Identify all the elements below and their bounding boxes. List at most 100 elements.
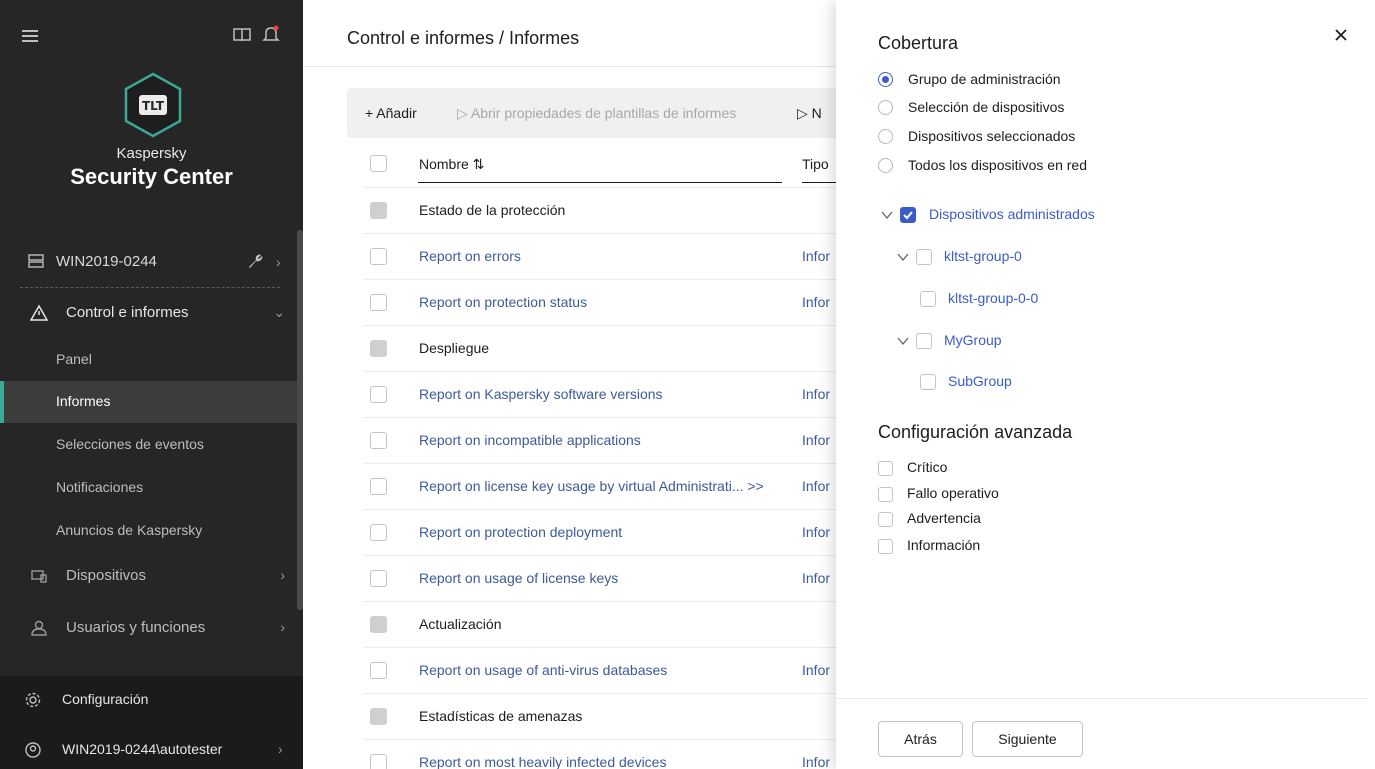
breadcrumb: Control e informes / Informes xyxy=(347,28,580,48)
devices-icon xyxy=(31,570,47,583)
table-row: Report on protection deployment Infor xyxy=(363,509,903,555)
tree-checkbox[interactable] xyxy=(916,333,932,349)
nav-configuracion[interactable]: Configuración xyxy=(0,678,303,722)
table-row: Report on usage of anti-virus databases … xyxy=(363,647,903,693)
checkbox[interactable] xyxy=(878,512,893,527)
column-header-type[interactable]: Tipo xyxy=(802,156,829,172)
chevron-right-icon: › xyxy=(280,567,285,583)
row-type: Infor xyxy=(802,478,831,494)
tree-checkbox[interactable] xyxy=(920,374,936,390)
tree-label: SubGroup xyxy=(948,373,1012,389)
chevron-right-icon: › xyxy=(276,254,281,270)
warning-triangle-icon xyxy=(30,304,48,321)
sidebar-item-anuncios[interactable]: Anuncios de Kaspersky xyxy=(0,510,297,552)
radio-button[interactable] xyxy=(878,100,893,115)
server-icon xyxy=(28,254,44,268)
column-header-name[interactable]: Nombre ⇅ xyxy=(419,156,484,173)
chevron-down-icon: ⌄ xyxy=(273,304,285,320)
row-checkbox[interactable] xyxy=(370,708,387,725)
sidebar-item-label: Selecciones de eventos xyxy=(56,436,204,452)
add-button[interactable]: + Añadir xyxy=(365,105,417,121)
tree-node-kltst-group-0[interactable]: kltst-group-0 xyxy=(896,247,1196,271)
row-name[interactable]: Report on usage of anti-virus databases xyxy=(419,662,667,678)
sidebar-item-label: Informes xyxy=(56,393,111,409)
row-checkbox[interactable] xyxy=(370,478,387,495)
next-button[interactable]: Siguiente xyxy=(972,721,1083,757)
bell-icon[interactable] xyxy=(262,25,280,43)
tree-checkbox[interactable] xyxy=(920,291,936,307)
row-checkbox[interactable] xyxy=(370,524,387,541)
row-checkbox[interactable] xyxy=(370,248,387,265)
divider xyxy=(418,182,782,183)
row-checkbox[interactable] xyxy=(370,616,387,633)
sidebar-item-panel[interactable]: Panel xyxy=(0,339,297,381)
radio-label: Selección de dispositivos xyxy=(908,99,1065,115)
logo-text: TLT xyxy=(142,99,165,113)
brand-name-small: Kaspersky xyxy=(116,145,187,162)
row-name[interactable]: Report on protection deployment xyxy=(419,524,622,540)
server-selector[interactable]: WIN2019-0244 › xyxy=(0,240,297,284)
run-report-button[interactable]: ▷ N xyxy=(797,105,822,122)
row-checkbox[interactable] xyxy=(370,570,387,587)
row-checkbox[interactable] xyxy=(370,432,387,449)
tree-checkbox[interactable] xyxy=(916,249,932,265)
nav-account[interactable]: WIN2019-0244\autotester › xyxy=(0,728,303,769)
sidebar-item-notificaciones[interactable]: Notificaciones xyxy=(0,467,297,509)
table-row: Actualización xyxy=(363,601,903,647)
tree-node-subgroup[interactable]: SubGroup xyxy=(920,372,1220,396)
row-checkbox[interactable] xyxy=(370,754,387,769)
row-checkbox[interactable] xyxy=(370,202,387,219)
tree-node-kltst-group-0-0[interactable]: kltst-group-0-0 xyxy=(920,289,1220,313)
row-name[interactable]: Report on usage of license keys xyxy=(419,570,618,586)
wrench-icon[interactable] xyxy=(246,252,264,270)
row-name: Actualización xyxy=(419,616,502,632)
row-name[interactable]: Report on most heavily infected devices xyxy=(419,754,666,769)
row-name: Estadísticas de amenazas xyxy=(419,708,583,724)
row-checkbox[interactable] xyxy=(370,386,387,403)
tree-node-mygroup[interactable]: MyGroup xyxy=(896,331,1196,355)
chevron-down-icon[interactable] xyxy=(896,334,910,348)
nav-control-e-informes[interactable]: Control e informes ⌄ xyxy=(0,292,297,336)
radio-button[interactable] xyxy=(878,72,893,87)
row-checkbox[interactable] xyxy=(370,294,387,311)
radio-button[interactable] xyxy=(878,158,893,173)
account-icon xyxy=(25,742,41,758)
open-template-properties-button[interactable]: ▷ Abrir propiedades de plantillas de inf… xyxy=(457,105,736,122)
radio-label: Todos los dispositivos en red xyxy=(908,157,1087,173)
radio-button[interactable] xyxy=(878,129,893,144)
row-name[interactable]: Report on protection status xyxy=(419,294,587,310)
tree-label: kltst-group-0-0 xyxy=(948,290,1039,306)
row-name[interactable]: Report on Kaspersky software versions xyxy=(419,386,663,402)
row-name[interactable]: Report on errors xyxy=(419,248,521,264)
row-name[interactable]: Report on incompatible applications xyxy=(419,432,641,448)
row-checkbox[interactable] xyxy=(370,340,387,357)
checkbox[interactable] xyxy=(878,461,893,476)
back-button[interactable]: Atrás xyxy=(878,721,963,757)
checkbox[interactable] xyxy=(878,487,893,502)
checkbox[interactable] xyxy=(878,539,893,554)
chevron-down-icon[interactable] xyxy=(880,208,894,222)
account-name: WIN2019-0244\autotester xyxy=(62,741,223,757)
radio-label: Grupo de administración xyxy=(908,71,1061,87)
tree-checkbox[interactable] xyxy=(900,207,916,223)
row-checkbox[interactable] xyxy=(370,662,387,679)
close-icon[interactable] xyxy=(1333,27,1349,43)
sidebar-item-selecciones-de-eventos[interactable]: Selecciones de eventos xyxy=(0,424,297,466)
hamburger-menu-icon[interactable] xyxy=(22,30,38,42)
checkbox-label: Advertencia xyxy=(907,510,981,526)
row-name[interactable]: Report on license key usage by virtual A… xyxy=(419,478,764,494)
chevron-down-icon[interactable] xyxy=(896,250,910,264)
table-row: Report on incompatible applications Info… xyxy=(363,417,903,463)
sidebar: TLT Kaspersky Security Center WIN2019-02… xyxy=(0,0,303,769)
nav-label: Configuración xyxy=(62,691,149,707)
nav-usuarios-y-funciones[interactable]: Usuarios y funciones › xyxy=(0,607,297,651)
sidebar-item-informes[interactable]: Informes xyxy=(0,381,297,423)
select-all-checkbox[interactable] xyxy=(370,155,387,172)
checkbox-label: Fallo operativo xyxy=(907,485,999,501)
book-icon[interactable] xyxy=(233,27,251,43)
nav-dispositivos[interactable]: Dispositivos › xyxy=(0,555,297,599)
user-icon xyxy=(31,620,47,636)
tree-node-dispositivos-administrados[interactable]: Dispositivos administrados xyxy=(880,205,1180,229)
checkmark-icon xyxy=(903,211,913,220)
row-type: Infor xyxy=(802,294,831,310)
